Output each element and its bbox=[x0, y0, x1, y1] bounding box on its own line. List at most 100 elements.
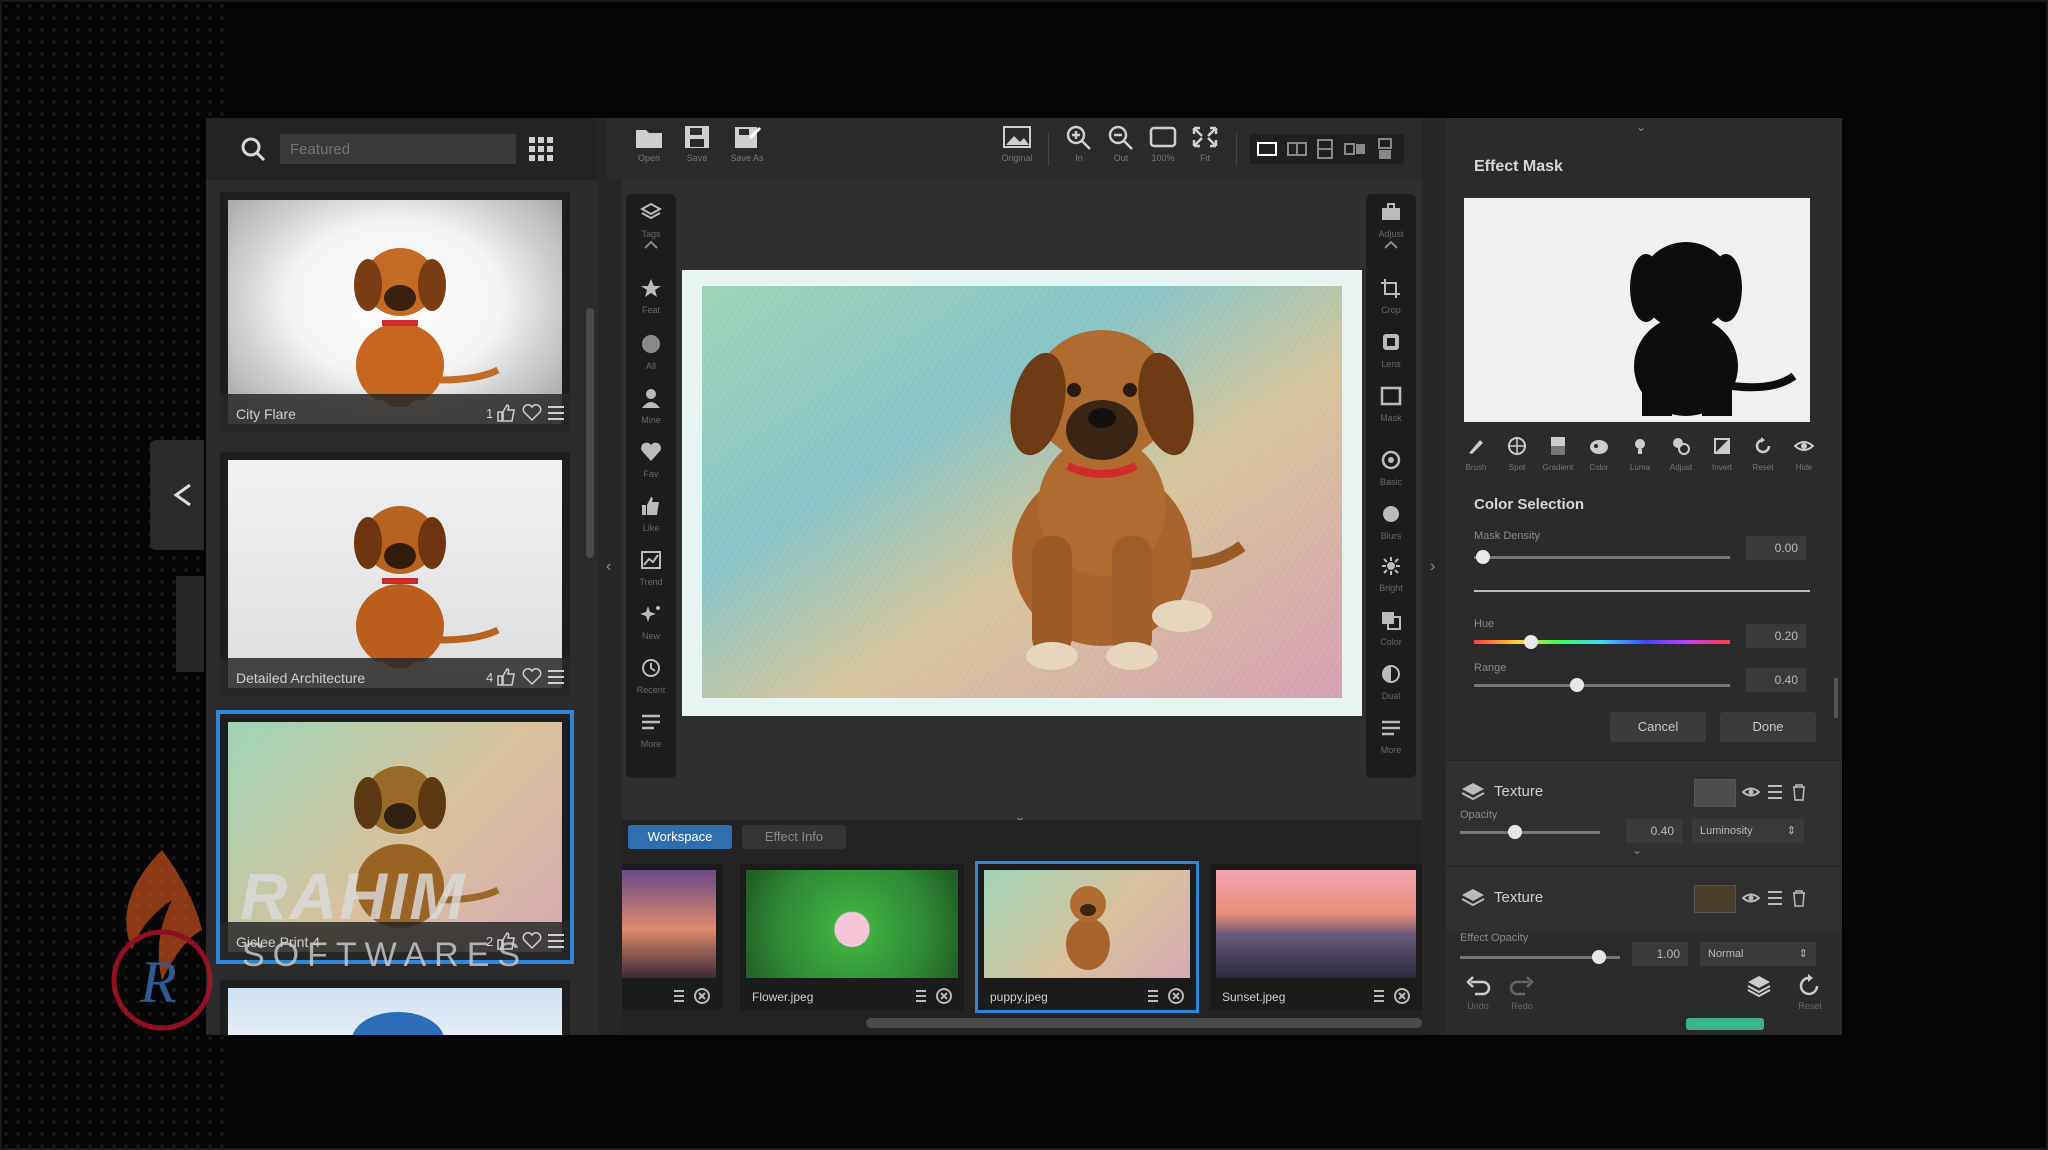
range-slider-knob[interactable] bbox=[1570, 678, 1584, 692]
original-button[interactable]: Original bbox=[994, 124, 1040, 174]
save-button[interactable]: Save bbox=[674, 124, 720, 174]
right-panel-scrollbar[interactable] bbox=[1834, 678, 1838, 718]
effect-blend-select[interactable]: Normal ⇕ bbox=[1700, 942, 1816, 966]
collapse-right-panel-icon[interactable]: › bbox=[1430, 558, 1435, 576]
menu-icon[interactable] bbox=[546, 668, 566, 686]
done-button[interactable]: Done bbox=[1720, 712, 1816, 742]
filmstrip-actions[interactable] bbox=[914, 987, 954, 1005]
tab-workspace[interactable]: Workspace bbox=[628, 825, 732, 849]
invert-tool[interactable]: Invert bbox=[1702, 436, 1742, 472]
heart-icon[interactable] bbox=[522, 668, 542, 686]
eye-icon[interactable] bbox=[1742, 783, 1760, 801]
opacity-track[interactable] bbox=[1460, 831, 1600, 834]
brush-tool[interactable]: Brush bbox=[1456, 436, 1496, 472]
filmstrip-actions[interactable] bbox=[672, 987, 712, 1005]
mask-density-slider-knob[interactable] bbox=[1476, 550, 1490, 564]
layer-swatch[interactable] bbox=[1694, 779, 1736, 807]
stacked-view-icon[interactable] bbox=[1374, 138, 1396, 160]
preset-thumbnail[interactable]: Detailed Architecture 4 bbox=[220, 452, 570, 696]
recent-tool[interactable]: Recent bbox=[626, 658, 676, 695]
hue-track[interactable] bbox=[1474, 640, 1730, 644]
texture-layer[interactable]: Texture bbox=[1446, 866, 1842, 931]
more-tool[interactable]: More bbox=[626, 712, 676, 749]
fit-button[interactable]: Fit bbox=[1182, 124, 1228, 174]
trash-icon[interactable] bbox=[1790, 783, 1808, 801]
thumbs-up-icon[interactable] bbox=[496, 404, 516, 422]
menu-icon[interactable] bbox=[1766, 889, 1784, 907]
edited-photo[interactable] bbox=[702, 286, 1342, 698]
new-tool[interactable]: New bbox=[626, 604, 676, 641]
filmstrip-scrollbar[interactable] bbox=[866, 1018, 1422, 1028]
range-value[interactable]: 0.40 bbox=[1746, 668, 1806, 692]
heart-icon[interactable] bbox=[522, 404, 542, 422]
bright-tool[interactable]: Bright bbox=[1366, 556, 1416, 593]
redo-button[interactable]: Redo bbox=[1502, 974, 1542, 1011]
expand-up-icon[interactable] bbox=[1366, 238, 1416, 257]
tab-effect-info[interactable]: Effect Info bbox=[742, 825, 846, 849]
chevron-down-icon[interactable]: ⌄ bbox=[1632, 843, 1642, 857]
blurs-tool[interactable]: Blurs bbox=[1366, 504, 1416, 541]
menu-icon[interactable] bbox=[546, 404, 566, 422]
mine-tool[interactable]: Mine bbox=[626, 388, 676, 425]
basic-tool[interactable]: Basic bbox=[1366, 450, 1416, 487]
menu-icon[interactable] bbox=[1766, 783, 1784, 801]
effect-opacity-value[interactable]: 1.00 bbox=[1632, 942, 1688, 966]
lens-tool[interactable]: Lens bbox=[1366, 332, 1416, 369]
zoom-100-button[interactable]: 100% bbox=[1140, 124, 1186, 174]
dual-tool[interactable]: Dual bbox=[1366, 664, 1416, 701]
split-vertical-icon[interactable] bbox=[1314, 138, 1336, 160]
cancel-button[interactable]: Cancel bbox=[1610, 712, 1706, 742]
blend-mode-select[interactable]: Luminosity ⇕ bbox=[1692, 819, 1804, 843]
reset-button[interactable]: Reset bbox=[1790, 974, 1830, 1011]
filmstrip-item[interactable] bbox=[622, 864, 722, 1010]
chevron-down-icon[interactable]: ⌄ bbox=[1636, 120, 1646, 134]
save-as-button[interactable]: Save As bbox=[724, 124, 770, 174]
trending-tool[interactable]: Trend bbox=[626, 550, 676, 587]
eye-icon[interactable] bbox=[1742, 889, 1760, 907]
search-input[interactable] bbox=[280, 134, 516, 164]
trash-icon[interactable] bbox=[1790, 889, 1808, 907]
range-track[interactable] bbox=[1474, 684, 1730, 687]
open-button[interactable]: Open bbox=[626, 124, 672, 174]
hide-tool[interactable]: Hide bbox=[1784, 436, 1824, 472]
zoom-in-button[interactable]: In bbox=[1056, 124, 1102, 174]
liked-tool[interactable]: Like bbox=[626, 496, 676, 533]
opacity-value[interactable]: 0.40 bbox=[1626, 819, 1682, 843]
filmstrip-actions[interactable] bbox=[1146, 987, 1186, 1005]
zoom-out-button[interactable]: Out bbox=[1098, 124, 1144, 174]
expand-up-icon[interactable] bbox=[626, 238, 676, 257]
undo-button[interactable]: Undo bbox=[1458, 974, 1498, 1011]
color-tool[interactable]: Color bbox=[1366, 610, 1416, 647]
mask-tool[interactable]: Mask bbox=[1366, 386, 1416, 423]
presets-scrollbar[interactable] bbox=[586, 308, 594, 558]
collapsed-side-tab[interactable] bbox=[150, 440, 204, 550]
spot-tool[interactable]: Spot bbox=[1497, 436, 1537, 472]
effect-opacity-slider-knob[interactable] bbox=[1592, 950, 1606, 964]
more-tool[interactable]: More bbox=[1366, 718, 1416, 755]
grid-view-icon[interactable] bbox=[528, 136, 554, 162]
side-by-side-icon[interactable] bbox=[1344, 138, 1366, 160]
stack-icon[interactable] bbox=[1746, 974, 1772, 1000]
tags-tool[interactable]: Tags bbox=[626, 202, 676, 239]
texture-layer[interactable]: Texture Opacity 0.40 Luminosity ⇕ ⌄ bbox=[1446, 760, 1842, 865]
hue-slider-knob[interactable] bbox=[1524, 635, 1538, 649]
thumbs-up-icon[interactable] bbox=[496, 668, 516, 686]
favorites-tool[interactable]: Fav bbox=[626, 442, 676, 479]
layer-swatch[interactable] bbox=[1694, 885, 1736, 913]
filmstrip-item[interactable]: Flower.jpeg bbox=[740, 864, 964, 1010]
mask-density-value[interactable]: 0.00 bbox=[1746, 536, 1806, 560]
filmstrip-item[interactable]: Sunset.jpeg bbox=[1210, 864, 1422, 1010]
single-view-icon[interactable] bbox=[1256, 138, 1278, 160]
hue-value[interactable]: 0.20 bbox=[1746, 624, 1806, 648]
collapse-left-panel-icon[interactable]: ‹ bbox=[606, 558, 611, 576]
filmstrip-item-selected[interactable]: puppy.jpeg bbox=[975, 861, 1199, 1013]
all-tool[interactable]: All bbox=[626, 334, 676, 371]
color-tool[interactable]: Color bbox=[1579, 436, 1619, 472]
adjust-tool[interactable]: Adjust bbox=[1661, 436, 1701, 472]
crop-tool[interactable]: Crop bbox=[1366, 278, 1416, 315]
opacity-slider-knob[interactable] bbox=[1508, 825, 1522, 839]
gradient-tool[interactable]: Gradient bbox=[1538, 436, 1578, 472]
filmstrip-actions[interactable] bbox=[1372, 987, 1412, 1005]
mask-density-track[interactable] bbox=[1474, 556, 1730, 559]
adjust-tool[interactable]: Adjust bbox=[1366, 202, 1416, 239]
